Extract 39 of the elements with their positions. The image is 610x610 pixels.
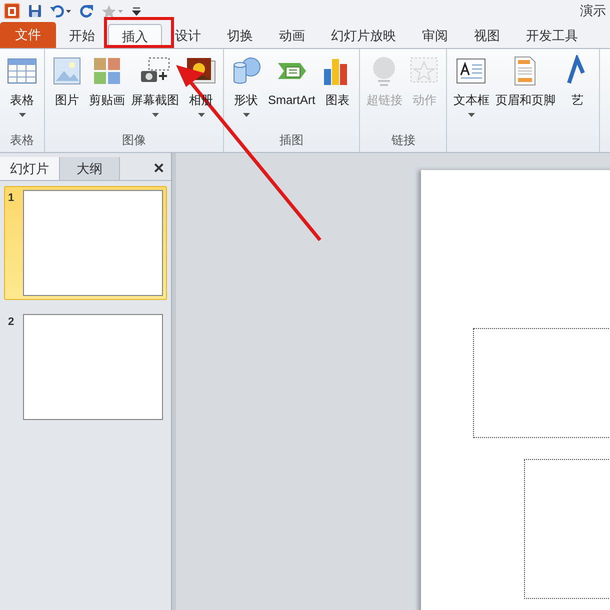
slide-thumbnail-row[interactable]: 2 xyxy=(4,310,167,424)
app-logo-icon xyxy=(4,3,20,19)
group-label: 插图 xyxy=(278,132,305,149)
ribbon-tab[interactable]: 开发工具 xyxy=(513,24,591,48)
ribbon-button[interactable]: 文本框 xyxy=(450,55,492,134)
slide-number: 1 xyxy=(8,191,16,206)
ribbon-tab[interactable]: 视图 xyxy=(461,24,513,48)
ribbon-tab[interactable]: 设计 xyxy=(162,24,214,48)
ribbon-tab[interactable]: 审阅 xyxy=(409,24,461,48)
redo-icon[interactable] xyxy=(80,4,94,18)
pane-tab[interactable]: 大纲 xyxy=(60,157,120,180)
highlight-box xyxy=(104,17,174,48)
ribbon-tab[interactable]: 切换 xyxy=(214,24,266,48)
group-label: 图像 xyxy=(121,132,147,149)
ribbon-button[interactable]: 形状 xyxy=(227,55,265,131)
ribbon-button[interactable]: 图片 xyxy=(48,55,86,131)
ribbon-button[interactable]: 剪贴画 xyxy=(86,55,128,131)
close-button[interactable]: ✕ xyxy=(147,157,171,180)
pane-tab[interactable]: 幻灯片 xyxy=(0,157,60,180)
ribbon-button[interactable]: SmartArt xyxy=(265,55,318,131)
ribbon-button[interactable]: 表格 xyxy=(3,55,41,131)
group-label: 链接 xyxy=(390,132,416,149)
save-icon[interactable] xyxy=(28,4,42,18)
file-tab[interactable]: 文件 xyxy=(0,22,56,48)
clipart-icon xyxy=(91,55,123,87)
ribbon-button[interactable]: 页眉和页脚 xyxy=(492,55,558,134)
ribbon-tab[interactable]: 幻灯片放映 xyxy=(318,24,409,48)
ribbon-button[interactable]: 艺 xyxy=(558,55,596,134)
ribbon-button[interactable]: 图表 xyxy=(318,55,356,131)
picture-icon xyxy=(51,55,83,87)
slide-thumbnail-row[interactable]: 1 xyxy=(4,186,167,300)
slide-number: 2 xyxy=(8,315,16,330)
ribbon-tab[interactable]: 动画 xyxy=(266,24,318,48)
ribbon-tab[interactable]: 开始 xyxy=(56,24,108,48)
customize-caret-icon[interactable] xyxy=(132,5,141,17)
star-icon[interactable] xyxy=(102,4,124,18)
undo-icon[interactable] xyxy=(50,4,72,18)
group-label: 表格 xyxy=(9,132,35,149)
window-title: 演示 xyxy=(580,2,607,20)
